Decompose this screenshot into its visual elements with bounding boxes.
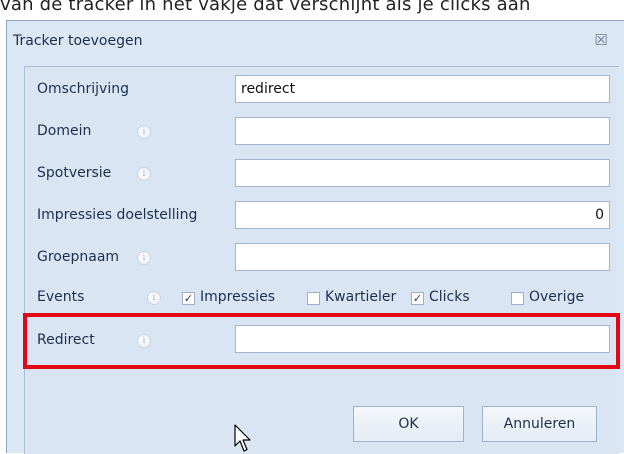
form-panel: Omschrijving Domein i Spotversie i Impre…	[24, 66, 619, 454]
tracker-dialog: Tracker toevoegen ☒ Omschrijving Domein …	[6, 20, 624, 454]
info-icon[interactable]: i	[147, 291, 161, 305]
domein-field[interactable]	[235, 117, 610, 145]
document-text-line: van de tracker in het vakje dat verschij…	[0, 0, 531, 15]
redirect-highlight-frame	[23, 313, 620, 369]
info-icon[interactable]: i	[137, 251, 151, 265]
kwartieler-checkbox[interactable]	[307, 292, 320, 305]
overige-checkbox-label: Overige	[529, 289, 585, 305]
events-label: Events	[37, 289, 85, 305]
clicks-checkbox-label: Clicks	[429, 289, 470, 305]
impressies-doelstelling-label: Impressies doelstelling	[37, 207, 198, 223]
cancel-button[interactable]: Annuleren	[482, 406, 597, 442]
kwartieler-checkbox-label: Kwartieler	[325, 289, 397, 305]
clicks-checkbox[interactable]: ✓	[411, 292, 424, 305]
omschrijving-label: Omschrijving	[37, 81, 129, 97]
ok-button[interactable]: OK	[353, 406, 464, 442]
info-icon[interactable]: i	[137, 167, 151, 181]
groepnaam-field[interactable]	[235, 243, 610, 271]
impressies-doelstelling-field[interactable]	[235, 201, 610, 229]
impressies-checkbox[interactable]: ✓	[182, 292, 195, 305]
spotversie-field[interactable]	[235, 159, 610, 187]
omschrijving-field[interactable]	[235, 75, 610, 103]
overige-checkbox[interactable]	[511, 292, 524, 305]
info-icon[interactable]: i	[137, 125, 151, 139]
spotversie-label: Spotversie	[37, 165, 112, 181]
groepnaam-label: Groepnaam	[37, 249, 120, 265]
close-icon[interactable]: ☒	[592, 32, 610, 48]
impressies-checkbox-label: Impressies	[200, 289, 276, 305]
mouse-pointer-icon	[234, 424, 251, 452]
domein-label: Domein	[37, 123, 92, 139]
dialog-title: Tracker toevoegen	[13, 33, 143, 49]
dialog-titlebar: Tracker toevoegen ☒	[7, 21, 624, 61]
